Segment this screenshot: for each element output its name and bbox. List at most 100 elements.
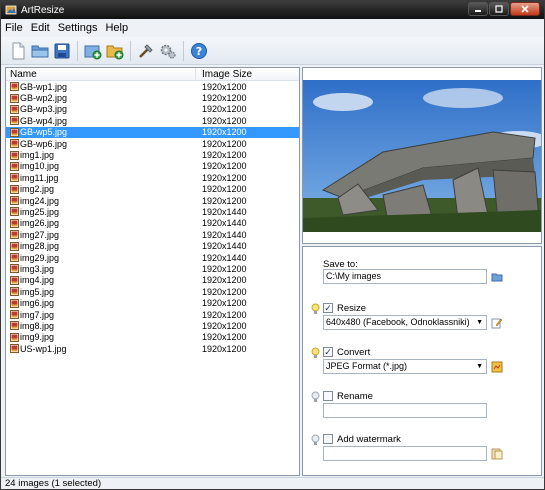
- chevron-down-icon: ▼: [476, 363, 483, 370]
- image-file-icon: [10, 241, 19, 251]
- resize-checkbox[interactable]: ✓: [323, 303, 333, 313]
- table-row[interactable]: GB-wp5.jpg 1920x1200: [6, 126, 299, 138]
- new-button[interactable]: [7, 40, 29, 62]
- table-row[interactable]: img1.jpg 1920x1200: [6, 149, 299, 160]
- file-name: img8.jpg: [20, 320, 55, 331]
- minimize-button[interactable]: [468, 2, 488, 16]
- resize-select[interactable]: 640x480 (Facebook, Odnoklassniki) ▼: [323, 315, 487, 330]
- settings-button[interactable]: [157, 40, 179, 62]
- file-name-cell: img24.jpg: [6, 196, 196, 206]
- watermark-checkbox[interactable]: [323, 434, 333, 444]
- table-row[interactable]: img5.jpg 1920x1200: [6, 286, 299, 297]
- settings-icon: [160, 44, 176, 59]
- rename-checkbox[interactable]: [323, 391, 333, 401]
- add-images-button[interactable]: [82, 40, 104, 62]
- add-images-icon: [84, 45, 102, 59]
- convert-select-value: JPEG Format (*.jpg): [326, 361, 408, 371]
- image-size-cell: 1920x1200: [202, 275, 247, 286]
- maximize-button[interactable]: [489, 2, 509, 16]
- table-row[interactable]: img28.jpg 1920x1440: [6, 240, 299, 251]
- table-row[interactable]: GB-wp3.jpg 1920x1200: [6, 104, 299, 115]
- file-name: img28.jpg: [20, 241, 60, 252]
- image-size-cell: 1920x1200: [202, 332, 247, 343]
- save-icon: [54, 43, 70, 58]
- table-row[interactable]: GB-wp1.jpg 1920x1200: [6, 81, 299, 92]
- add-folder-button[interactable]: [104, 40, 126, 62]
- file-name: GB-wp4.jpg: [20, 115, 68, 126]
- table-row[interactable]: img25.jpg 1920x1440: [6, 206, 299, 217]
- image-file-icon: [10, 275, 19, 285]
- file-name-cell: img10.jpg: [6, 161, 196, 171]
- help-icon: ?: [191, 42, 207, 59]
- table-row[interactable]: img11.jpg 1920x1200: [6, 172, 299, 183]
- table-row[interactable]: img6.jpg 1920x1200: [6, 297, 299, 308]
- file-name: img3.jpg: [20, 263, 55, 274]
- file-name: img2.jpg: [20, 184, 55, 195]
- tools-button[interactable]: [135, 40, 157, 62]
- table-row[interactable]: img29.jpg 1920x1440: [6, 252, 299, 263]
- watermark-options-icon[interactable]: [491, 448, 503, 460]
- save-button[interactable]: [51, 40, 73, 62]
- table-row[interactable]: GB-wp2.jpg 1920x1200: [6, 92, 299, 103]
- file-list-rows: GB-wp1.jpg 1920x1200 GB-wp2.jpg 1920x1200 GB…: [6, 81, 299, 354]
- menu-edit[interactable]: Edit: [31, 22, 50, 34]
- table-row[interactable]: img10.jpg 1920x1200: [6, 161, 299, 172]
- file-name-cell: GB-wp5.jpg: [6, 127, 196, 137]
- image-size-cell: 1920x1200: [202, 138, 247, 149]
- watermark-field[interactable]: [323, 446, 487, 461]
- close-button[interactable]: [510, 2, 540, 16]
- file-name: img9.jpg: [20, 332, 55, 343]
- image-size-cell: 1920x1200: [202, 343, 247, 354]
- file-name-cell: img29.jpg: [6, 253, 196, 263]
- image-size-cell: 1920x1440: [202, 252, 247, 263]
- file-name-cell: img26.jpg: [6, 218, 196, 228]
- chevron-down-icon: ▼: [476, 319, 483, 326]
- menu-file[interactable]: File: [5, 22, 23, 34]
- file-name-cell: img3.jpg: [6, 264, 196, 274]
- table-row[interactable]: img4.jpg 1920x1200: [6, 275, 299, 286]
- table-row[interactable]: US-wp1.jpg 1920x1200: [6, 343, 299, 354]
- menu-help[interactable]: Help: [105, 22, 128, 34]
- resize-select-value: 640x480 (Facebook, Odnoklassniki): [326, 317, 470, 327]
- image-size-cell: 1920x1200: [202, 309, 247, 320]
- save-to-field[interactable]: C:\My images: [323, 269, 487, 284]
- help-button[interactable]: ?: [188, 40, 210, 62]
- open-button[interactable]: [29, 40, 51, 62]
- browse-folder-icon[interactable]: [491, 271, 503, 283]
- edit-preset-icon[interactable]: [491, 317, 503, 329]
- column-header-image-size[interactable]: Image Size: [196, 68, 252, 81]
- image-file-icon: [10, 161, 19, 171]
- table-row[interactable]: img3.jpg 1920x1200: [6, 263, 299, 274]
- file-name: US-wp1.jpg: [20, 343, 67, 354]
- file-name: img27.jpg: [20, 229, 60, 240]
- image-size-cell: 1920x1200: [202, 161, 247, 172]
- table-row[interactable]: GB-wp6.jpg 1920x1200: [6, 138, 299, 149]
- preview-image: [303, 80, 541, 232]
- image-file-icon: [10, 321, 19, 331]
- table-row[interactable]: GB-wp4.jpg 1920x1200: [6, 115, 299, 126]
- file-name: GB-wp5.jpg: [20, 127, 68, 138]
- file-name-cell: img5.jpg: [6, 287, 196, 297]
- table-row[interactable]: img2.jpg 1920x1200: [6, 184, 299, 195]
- table-row[interactable]: img26.jpg 1920x1440: [6, 218, 299, 229]
- table-row[interactable]: img9.jpg 1920x1200: [6, 332, 299, 343]
- table-row[interactable]: img8.jpg 1920x1200: [6, 320, 299, 331]
- file-list[interactable]: Name Image Size GB-wp1.jpg 1920x1200 GB-wp…: [5, 67, 300, 476]
- title-bar[interactable]: ArtResize: [1, 1, 544, 19]
- image-file-icon: [10, 230, 19, 240]
- column-header-name[interactable]: Name: [6, 68, 196, 81]
- menu-bar: File Edit Settings Help: [1, 20, 544, 36]
- table-row[interactable]: img7.jpg 1920x1200: [6, 309, 299, 320]
- lightbulb-icon: [311, 391, 320, 402]
- file-name: img11.jpg: [20, 172, 59, 183]
- convert-select[interactable]: JPEG Format (*.jpg) ▼: [323, 359, 487, 374]
- table-row[interactable]: img27.jpg 1920x1440: [6, 229, 299, 240]
- image-file-icon: [10, 93, 19, 103]
- convert-checkbox[interactable]: ✓: [323, 347, 333, 357]
- file-name-cell: GB-wp2.jpg: [6, 93, 196, 103]
- table-row[interactable]: img24.jpg 1920x1200: [6, 195, 299, 206]
- format-options-icon[interactable]: [491, 361, 503, 373]
- rename-field[interactable]: [323, 403, 487, 418]
- menu-settings[interactable]: Settings: [58, 22, 98, 34]
- image-file-icon: [10, 82, 19, 92]
